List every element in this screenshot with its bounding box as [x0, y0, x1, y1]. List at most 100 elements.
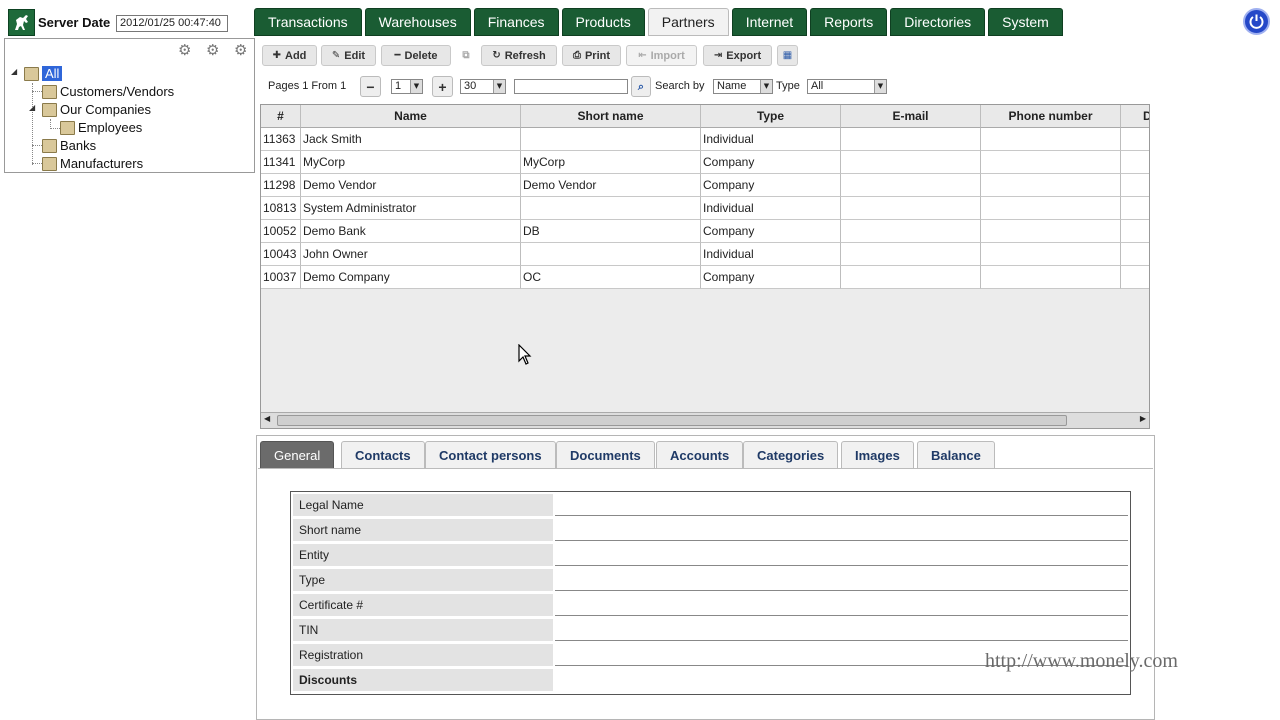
plus-icon: + [438, 78, 447, 95]
certificate-field[interactable] [555, 594, 1128, 616]
search-by-select[interactable]: Name ▼ [713, 79, 773, 94]
legal-name-field[interactable] [555, 494, 1128, 516]
search-icon: ⌕ [637, 79, 645, 93]
column-header-id[interactable]: # [261, 105, 301, 128]
search-input[interactable] [514, 79, 628, 94]
table-row[interactable]: 10043 John Owner Individual [261, 243, 1149, 266]
cell-more [1121, 266, 1149, 289]
tab-documents[interactable]: Documents [556, 441, 655, 469]
nav-tab-partners[interactable]: Partners [647, 8, 729, 36]
tree-node-label: Our Companies [60, 102, 152, 117]
tree-node-our-companies[interactable]: Our Companies [42, 102, 151, 117]
cell-phone [981, 266, 1121, 289]
gear-icon[interactable] [178, 41, 194, 59]
tab-accounts[interactable]: Accounts [656, 441, 744, 469]
nav-tab-reports[interactable]: Reports [810, 8, 888, 36]
delete-button[interactable]: ━ Delete [381, 45, 451, 66]
nav-tab-warehouses[interactable]: Warehouses [364, 8, 471, 36]
horizontal-scrollbar[interactable]: ◀ ▶ [261, 412, 1149, 428]
tab-contacts[interactable]: Contacts [341, 441, 425, 469]
tab-images[interactable]: Images [841, 441, 914, 469]
import-button[interactable]: ⇤ Import [626, 45, 697, 66]
scrollbar-thumb[interactable] [277, 415, 1067, 426]
columns-button[interactable]: ▦ [777, 45, 798, 66]
cell-type: Company [701, 220, 841, 243]
type-field[interactable] [555, 569, 1128, 591]
collapse-icon[interactable]: ◢ [29, 103, 35, 112]
prev-page-button[interactable]: − [360, 76, 381, 97]
entity-field[interactable] [555, 544, 1128, 566]
export-button[interactable]: ⇥ Export [703, 45, 772, 66]
tree-node-all[interactable]: All [24, 66, 63, 81]
tab-general[interactable]: General [260, 441, 335, 469]
table-row[interactable]: 10037 Demo Company OC Company [261, 266, 1149, 289]
search-button[interactable]: ⌕ [631, 76, 651, 97]
print-button[interactable]: ⎙ Print [562, 45, 621, 66]
nav-tab-transactions[interactable]: Transactions [254, 8, 362, 36]
copy-button[interactable]: ⧉ [456, 45, 476, 66]
form-row-certificate: Certificate # [291, 592, 1130, 617]
tree-node-employees[interactable]: Employees [60, 120, 142, 135]
next-page-button[interactable]: + [432, 76, 453, 97]
column-header-more[interactable]: D [1121, 105, 1149, 128]
short-name-field[interactable] [555, 519, 1128, 541]
watermark: http://www.monely.com [985, 650, 1178, 672]
form-row-legal-name: Legal Name [291, 492, 1130, 517]
gears-remove-icon[interactable] [234, 41, 250, 59]
form-label: Legal Name [293, 494, 553, 516]
chevron-down-icon: ▼ [493, 80, 505, 93]
nav-tab-products[interactable]: Products [561, 8, 645, 36]
cell-email [841, 174, 981, 197]
copy-icon: ⧉ [462, 50, 470, 61]
tab-balance[interactable]: Balance [917, 441, 995, 469]
type-select[interactable]: All ▼ [807, 79, 887, 94]
column-header-short-name[interactable]: Short name [521, 105, 701, 128]
collapse-icon[interactable]: ◢ [11, 67, 17, 76]
tab-contact-persons[interactable]: Contact persons [425, 441, 556, 469]
nav-tab-system[interactable]: System [988, 8, 1063, 36]
nav-tab-internet[interactable]: Internet [731, 8, 808, 36]
cell-id: 11363 [261, 128, 301, 151]
gears-add-icon[interactable] [206, 41, 222, 59]
column-header-phone[interactable]: Phone number [981, 105, 1121, 128]
edit-button[interactable]: ✎ Edit [321, 45, 376, 66]
refresh-button[interactable]: ↻ Refresh [481, 45, 557, 66]
page-size-select[interactable]: 30 ▼ [460, 79, 506, 94]
cell-more [1121, 220, 1149, 243]
column-header-name[interactable]: Name [301, 105, 521, 128]
page-select-value: 1 [395, 80, 402, 92]
table-row[interactable]: 11363 Jack Smith Individual [261, 128, 1149, 151]
export-label: Export [726, 49, 762, 62]
cell-name: Demo Bank [301, 220, 521, 243]
scroll-right-icon[interactable]: ▶ [1140, 414, 1146, 423]
partner-detail-panel: General Contacts Contact persons Documen… [256, 435, 1155, 720]
table-row[interactable]: 11298 Demo Vendor Demo Vendor Company [261, 174, 1149, 197]
tree-node-label: All [42, 66, 63, 81]
pencil-icon: ✎ [331, 50, 341, 61]
cell-name: System Administrator [301, 197, 521, 220]
tree-node-banks[interactable]: Banks [42, 138, 96, 153]
page-select[interactable]: 1 ▼ [391, 79, 423, 94]
tab-categories[interactable]: Categories [743, 441, 839, 469]
search-by-label: Search by [655, 80, 705, 92]
column-header-email[interactable]: E-mail [841, 105, 981, 128]
plus-icon: ✚ [272, 50, 281, 61]
server-date-field: 2012/01/25 00:47:40 [116, 15, 228, 32]
cell-short-name: MyCorp [521, 151, 701, 174]
nav-tab-finances[interactable]: Finances [473, 8, 559, 36]
power-button[interactable] [1243, 8, 1270, 35]
cell-id: 10052 [261, 220, 301, 243]
scroll-left-icon[interactable]: ◀ [264, 414, 270, 423]
chevron-down-icon: ▼ [760, 80, 772, 93]
tree-node-customers-vendors[interactable]: Customers/Vendors [42, 84, 174, 99]
nav-tab-directories[interactable]: Directories [890, 8, 986, 36]
column-header-type[interactable]: Type [701, 105, 841, 128]
table-row[interactable]: 10052 Demo Bank DB Company [261, 220, 1149, 243]
add-button[interactable]: ✚ Add [262, 45, 317, 66]
tree-node-manufacturers[interactable]: Manufacturers [42, 156, 143, 171]
table-row[interactable]: 11341 MyCorp MyCorp Company [261, 151, 1149, 174]
tin-field[interactable] [555, 619, 1128, 641]
cell-type: Company [701, 151, 841, 174]
folder-icon [60, 120, 75, 135]
table-row[interactable]: 10813 System Administrator Individual [261, 197, 1149, 220]
